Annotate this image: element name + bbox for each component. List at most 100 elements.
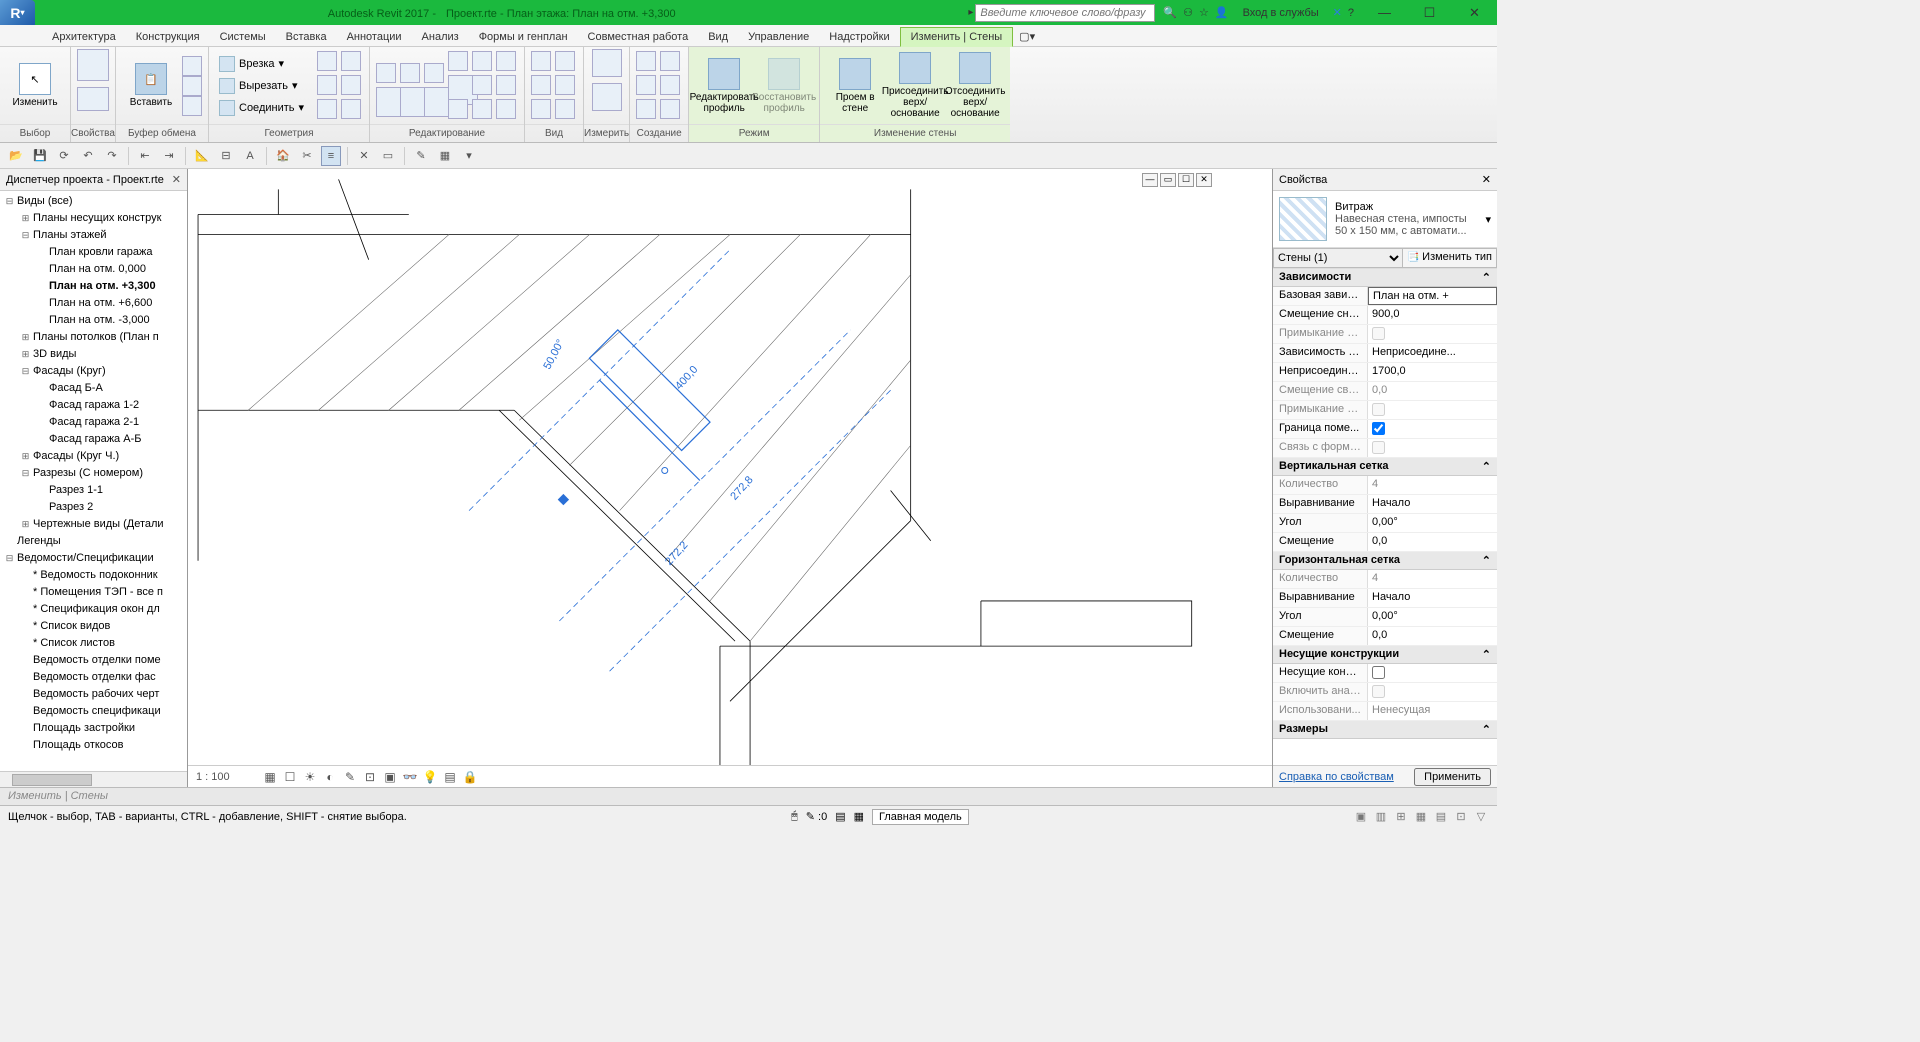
tree-item[interactable]: ⊞Планы несущих конструк — [0, 210, 187, 227]
detach-button[interactable]: Отсоединить верх/основание — [946, 50, 1004, 122]
qa-ext3[interactable]: ▾ — [459, 146, 479, 166]
qa-back[interactable]: ⇤ — [135, 146, 155, 166]
tab-collab[interactable]: Совместная работа — [578, 28, 699, 46]
tab-systems[interactable]: Системы — [210, 28, 276, 46]
project-browser-hscroll[interactable] — [0, 771, 187, 787]
properties-grid[interactable]: Зависимости⌃Базовая завис...План на отм.… — [1273, 269, 1497, 765]
delete-icon[interactable] — [496, 99, 516, 119]
wall-opening-button[interactable]: Проем в стене — [826, 50, 884, 122]
sb-ico-2[interactable]: ▥ — [1373, 809, 1389, 825]
view-ico-2[interactable] — [555, 51, 575, 71]
model-select[interactable]: Главная модель — [872, 809, 969, 825]
visual-style-icon[interactable]: ☐ — [282, 769, 298, 785]
press-drag-icon[interactable]: 🖱 — [791, 810, 798, 823]
view-close-icon[interactable]: ✕ — [1196, 173, 1212, 187]
detail-level-icon[interactable]: ▦ — [262, 769, 278, 785]
sb-ico-3[interactable]: ⊞ — [1393, 809, 1409, 825]
exchange-icon[interactable]: ✕ — [1333, 6, 1342, 19]
tab-structure[interactable]: Конструкция — [126, 28, 210, 46]
dim-272-8[interactable]: 272,8 — [728, 474, 755, 503]
prop-group-header[interactable]: Горизонтальная сетка⌃ — [1273, 552, 1497, 570]
tree-item[interactable]: Фасад гаража А-Б — [0, 431, 187, 448]
app-icon[interactable]: R▾ — [0, 0, 35, 25]
tree-item[interactable]: План кровли гаража — [0, 244, 187, 261]
shadows-icon[interactable]: ◐ — [322, 769, 338, 785]
view-max-icon[interactable]: ☐ — [1178, 173, 1194, 187]
qa-save[interactable]: 💾 — [30, 146, 50, 166]
create-ico-3[interactable] — [636, 75, 656, 95]
sun-path-icon[interactable]: ☀ — [302, 769, 318, 785]
tree-item[interactable]: Площадь застройки — [0, 720, 187, 737]
type-selector[interactable]: Витраж Навесная стена, импосты 50 х 150 … — [1273, 191, 1497, 248]
scale-icon[interactable] — [496, 75, 516, 95]
create-ico-5[interactable] — [636, 99, 656, 119]
split-icon[interactable] — [472, 51, 492, 71]
crop-icon[interactable]: ⊡ — [362, 769, 378, 785]
prop-group-header[interactable]: Зависимости⌃ — [1273, 269, 1497, 287]
geom-ico-5[interactable] — [317, 99, 337, 119]
ribbon-overflow-icon[interactable]: ▢▾ — [1013, 27, 1041, 46]
filter-icon[interactable]: ▤ — [835, 810, 845, 823]
modify-button[interactable]: ↖ Изменить — [6, 50, 64, 122]
prop-group-header[interactable]: Несущие конструкции⌃ — [1273, 646, 1497, 664]
tree-item[interactable]: ⊟Разрезы (С номером) — [0, 465, 187, 482]
cut-icon[interactable] — [182, 56, 202, 76]
tree-item[interactable]: Ведомость рабочих черт — [0, 686, 187, 703]
tab-modify-walls[interactable]: Изменить | Стены — [900, 27, 1014, 47]
user-icon[interactable]: 👤 — [1215, 6, 1229, 19]
dim-angle[interactable]: 50,00° — [541, 338, 567, 372]
close-button[interactable]: ✕ — [1452, 0, 1497, 25]
tree-item[interactable]: * Список видов — [0, 618, 187, 635]
match-icon[interactable] — [182, 96, 202, 116]
properties-help-link[interactable]: Справка по свойствам — [1279, 771, 1394, 783]
sb-ico-1[interactable]: ▣ — [1353, 809, 1369, 825]
prop-row[interactable]: ВыравниваниеНачало — [1273, 589, 1497, 608]
tree-item[interactable]: ⊟Виды (все) — [0, 193, 187, 210]
qa-ext2[interactable]: ▦ — [435, 146, 455, 166]
sb-ico-5[interactable]: ▤ — [1433, 809, 1449, 825]
qa-measure[interactable]: 📐 — [192, 146, 212, 166]
qa-close-hidden[interactable]: ✕ — [354, 146, 374, 166]
view-ico-1[interactable] — [531, 51, 551, 71]
sb-ico-7[interactable]: ▽ — [1473, 809, 1489, 825]
prop-row[interactable]: Смещение0,0 — [1273, 627, 1497, 646]
geom-ico-1[interactable] — [317, 51, 337, 71]
sb-ico-4[interactable]: ▦ — [1413, 809, 1429, 825]
tree-item[interactable]: Площадь откосов — [0, 737, 187, 754]
view-ico-4[interactable] — [555, 75, 575, 95]
tree-item[interactable]: ⊞Чертежные виды (Детали — [0, 516, 187, 533]
tree-item[interactable]: Фасад Б-А — [0, 380, 187, 397]
prop-row[interactable]: Смещение сни...900,0 — [1273, 306, 1497, 325]
qa-section[interactable]: ✂ — [297, 146, 317, 166]
qa-fwd[interactable]: ⇥ — [159, 146, 179, 166]
copy-icon[interactable] — [182, 76, 202, 96]
dim-400[interactable]: 400,0 — [673, 364, 700, 393]
help-icon[interactable]: ? — [1348, 7, 1354, 19]
tree-item[interactable]: ⊟Ведомости/Спецификации — [0, 550, 187, 567]
mirror-axis-icon[interactable] — [424, 63, 444, 83]
qa-align[interactable]: ⊟ — [216, 146, 236, 166]
measure-icon[interactable] — [592, 49, 622, 77]
search-icon[interactable]: 🔍 — [1163, 6, 1177, 19]
prop-row[interactable]: Угол0,00° — [1273, 608, 1497, 627]
tree-item[interactable]: * Спецификация окон дл — [0, 601, 187, 618]
tab-architecture[interactable]: Архитектура — [42, 28, 126, 46]
tree-item[interactable]: План на отм. +6,600 — [0, 295, 187, 312]
drawing-canvas[interactable]: — ▭ ☐ ✕ — [188, 169, 1272, 787]
prop-row[interactable]: Угол0,00° — [1273, 514, 1497, 533]
workset-icon[interactable]: ▦ — [854, 810, 864, 823]
prop-group-header[interactable]: Размеры⌃ — [1273, 721, 1497, 739]
create-ico-6[interactable] — [660, 99, 680, 119]
properties-icon[interactable] — [77, 49, 109, 81]
edit-profile-button[interactable]: Редактировать профиль — [695, 50, 753, 122]
geom-ico-3[interactable] — [317, 75, 337, 95]
array-icon[interactable] — [472, 75, 492, 95]
align-icon[interactable] — [376, 63, 396, 83]
tree-item[interactable]: Ведомость отделки поме — [0, 652, 187, 669]
tab-addins[interactable]: Надстройки — [819, 28, 899, 46]
render-icon[interactable]: ✎ — [342, 769, 358, 785]
reveal-hidden-icon[interactable]: 💡 — [422, 769, 438, 785]
prop-row[interactable]: Базовая завис...План на отм. + — [1273, 287, 1497, 306]
tree-item[interactable]: ⊞Фасады (Круг Ч.) — [0, 448, 187, 465]
view-ico-5[interactable] — [531, 99, 551, 119]
